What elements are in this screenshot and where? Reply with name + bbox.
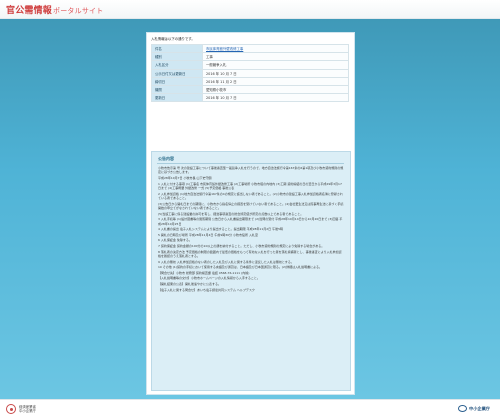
notice-paragraph: 3 入札手続等 (1)設計図書等の閲覧期間 公告日から入札書提出期限まで (2)… — [158, 217, 343, 226]
notice-paragraph: 9 入札の無効 入札参加資格のない者のした入札及び入札に関する条件に違反した入札… — [158, 259, 294, 264]
notice-paragraph: (3)公告日から開札日までの期間に、小牧市から指名停止の措置を受けていない者であ… — [158, 201, 344, 210]
row-label: 種別 — [151, 52, 203, 62]
notice-paragraph: 【問合せ先】小牧市 総務部 契約検査課 電話 0568-76-1111 (内線) — [158, 270, 250, 275]
summary-table: 件名 市民体育館外壁改修工事 種別 工事 入札区分 一般競争入札 公示日付又は更新日 2… — [151, 43, 349, 103]
gov-footer-text: 経済産業省 中小企業庁 — [19, 405, 36, 413]
notice-paragraph: 【入札説明書等の交付】小牧市ホームページの入札情報から入手すること。 — [158, 276, 260, 281]
table-row: 種別 工事 — [151, 52, 349, 62]
intro-text: 入札情報は以下の通りです。 — [151, 37, 195, 41]
notice-paragraph: 10 その他 (1)契約の手続において使用する言語及び通貨は、日本語及び日本国通… — [158, 265, 323, 270]
notice-paragraph: 8 落札者の決定方法 予定価格の制限の範囲内で最低の価格をもって有効な入札を行っ… — [158, 249, 342, 258]
notice-paragraph: 小牧市告示第 号 次の建設工事について事後審査型一般競争入札を行うので、地方自治… — [158, 166, 344, 175]
table-row: 更新日 2016 年 10 月 7 日 — [151, 93, 349, 103]
table-row: 締切日 2016 年 11 月 2 日 — [151, 76, 349, 86]
row-label: 件名 — [151, 43, 203, 54]
notice-paragraph: 4 入札書の提出 電子入札システムにより提出すること。提出期限 平成28年11月… — [158, 227, 284, 232]
row-value: 2016 年 11 月 2 日 — [202, 76, 349, 86]
site-title[interactable]: 官公需情報ポータルサイト — [6, 3, 103, 16]
top-bar: 官公需情報ポータルサイト — [0, 0, 500, 19]
notice-paragraph: 5 開札の日時及び場所 平成28年11月4日 午前9時30分 小牧市役所 入札室 — [158, 232, 258, 237]
sme-agency-logo-icon[interactable] — [458, 405, 467, 412]
notice-paragraph: 1 入札に付する事項 (1)工事名 市民体育館外壁改修工事 (2)工事場所 小牧… — [158, 181, 342, 190]
table-row: 入札区分 一般競争入札 — [151, 60, 349, 70]
subject-link[interactable]: 市民体育館外壁改修工事 — [206, 47, 243, 51]
notice-divider — [157, 163, 344, 164]
sme-agency-link[interactable]: 中小企業庁 — [469, 406, 490, 412]
gov-line2: 中小企業庁 — [19, 409, 36, 413]
table-row: 件名 市民体育館外壁改修工事 — [151, 43, 349, 54]
row-label: 締切日 — [151, 76, 203, 86]
notice-paragraph: 平成28年10月7日 小牧市長 山下史守朗 — [158, 176, 212, 180]
detail-card: 入札情報は以下の通りです。 件名 市民体育館外壁改修工事 種別 工事 入札区分 一般競… — [146, 32, 355, 395]
row-label: 公示日付又は更新日 — [151, 68, 203, 78]
row-value: 2016 年 10 月 7 日 — [202, 68, 349, 78]
notice-paragraph: (5)当該工事に係る建設業の許可を有し、経営事項審査の総合評定値が所定の点数以上… — [158, 211, 304, 216]
row-label: 更新日 — [151, 93, 203, 103]
notice-panel: 公告内容 小牧市告示第 号 次の建設工事について事後審査型一般競争入札を行うので… — [151, 151, 351, 391]
row-value: 工事 — [202, 52, 349, 62]
site-title-main: 官公需情報 — [6, 6, 53, 16]
notice-paragraph: 6 入札保証金 免除する。 — [158, 238, 192, 243]
row-value: 市民体育館外壁改修工事 — [202, 43, 349, 54]
footer — [0, 399, 500, 419]
notice-title: 公告内容 — [158, 156, 174, 161]
table-row: 機関 愛知県小牧市 — [151, 84, 349, 95]
row-label: 機関 — [151, 84, 203, 95]
row-label: 入札区分 — [151, 60, 203, 70]
notice-body: 小牧市告示第 号 次の建設工事について事後審査型一般競争入札を行うので、地方自治… — [158, 166, 344, 293]
notice-paragraph: 【電子入札に関する問合せ】あいち電子調達共同システム ヘルプデスク — [158, 287, 255, 292]
row-value: 2016 年 10 月 7 日 — [202, 93, 349, 103]
table-row: 公示日付又は更新日 2016 年 10 月 7 日 — [151, 68, 349, 78]
notice-paragraph: 2 入札参加資格 (1)地方自治法施行令第167条の4の規定に該当しない者である… — [158, 191, 343, 200]
meti-logo-icon[interactable] — [6, 404, 16, 414]
row-value: 愛知県小牧市 — [202, 84, 349, 95]
notice-paragraph: 7 契約保証金 契約金額の100分の10以上の額を納付すること。ただし、小牧市契… — [158, 243, 325, 248]
row-value: 一般競争入札 — [202, 60, 349, 70]
notice-paragraph: 【開札結果の公表】開札後速やかに公表する。 — [158, 281, 222, 286]
site-title-sub: ポータルサイト — [53, 7, 104, 15]
